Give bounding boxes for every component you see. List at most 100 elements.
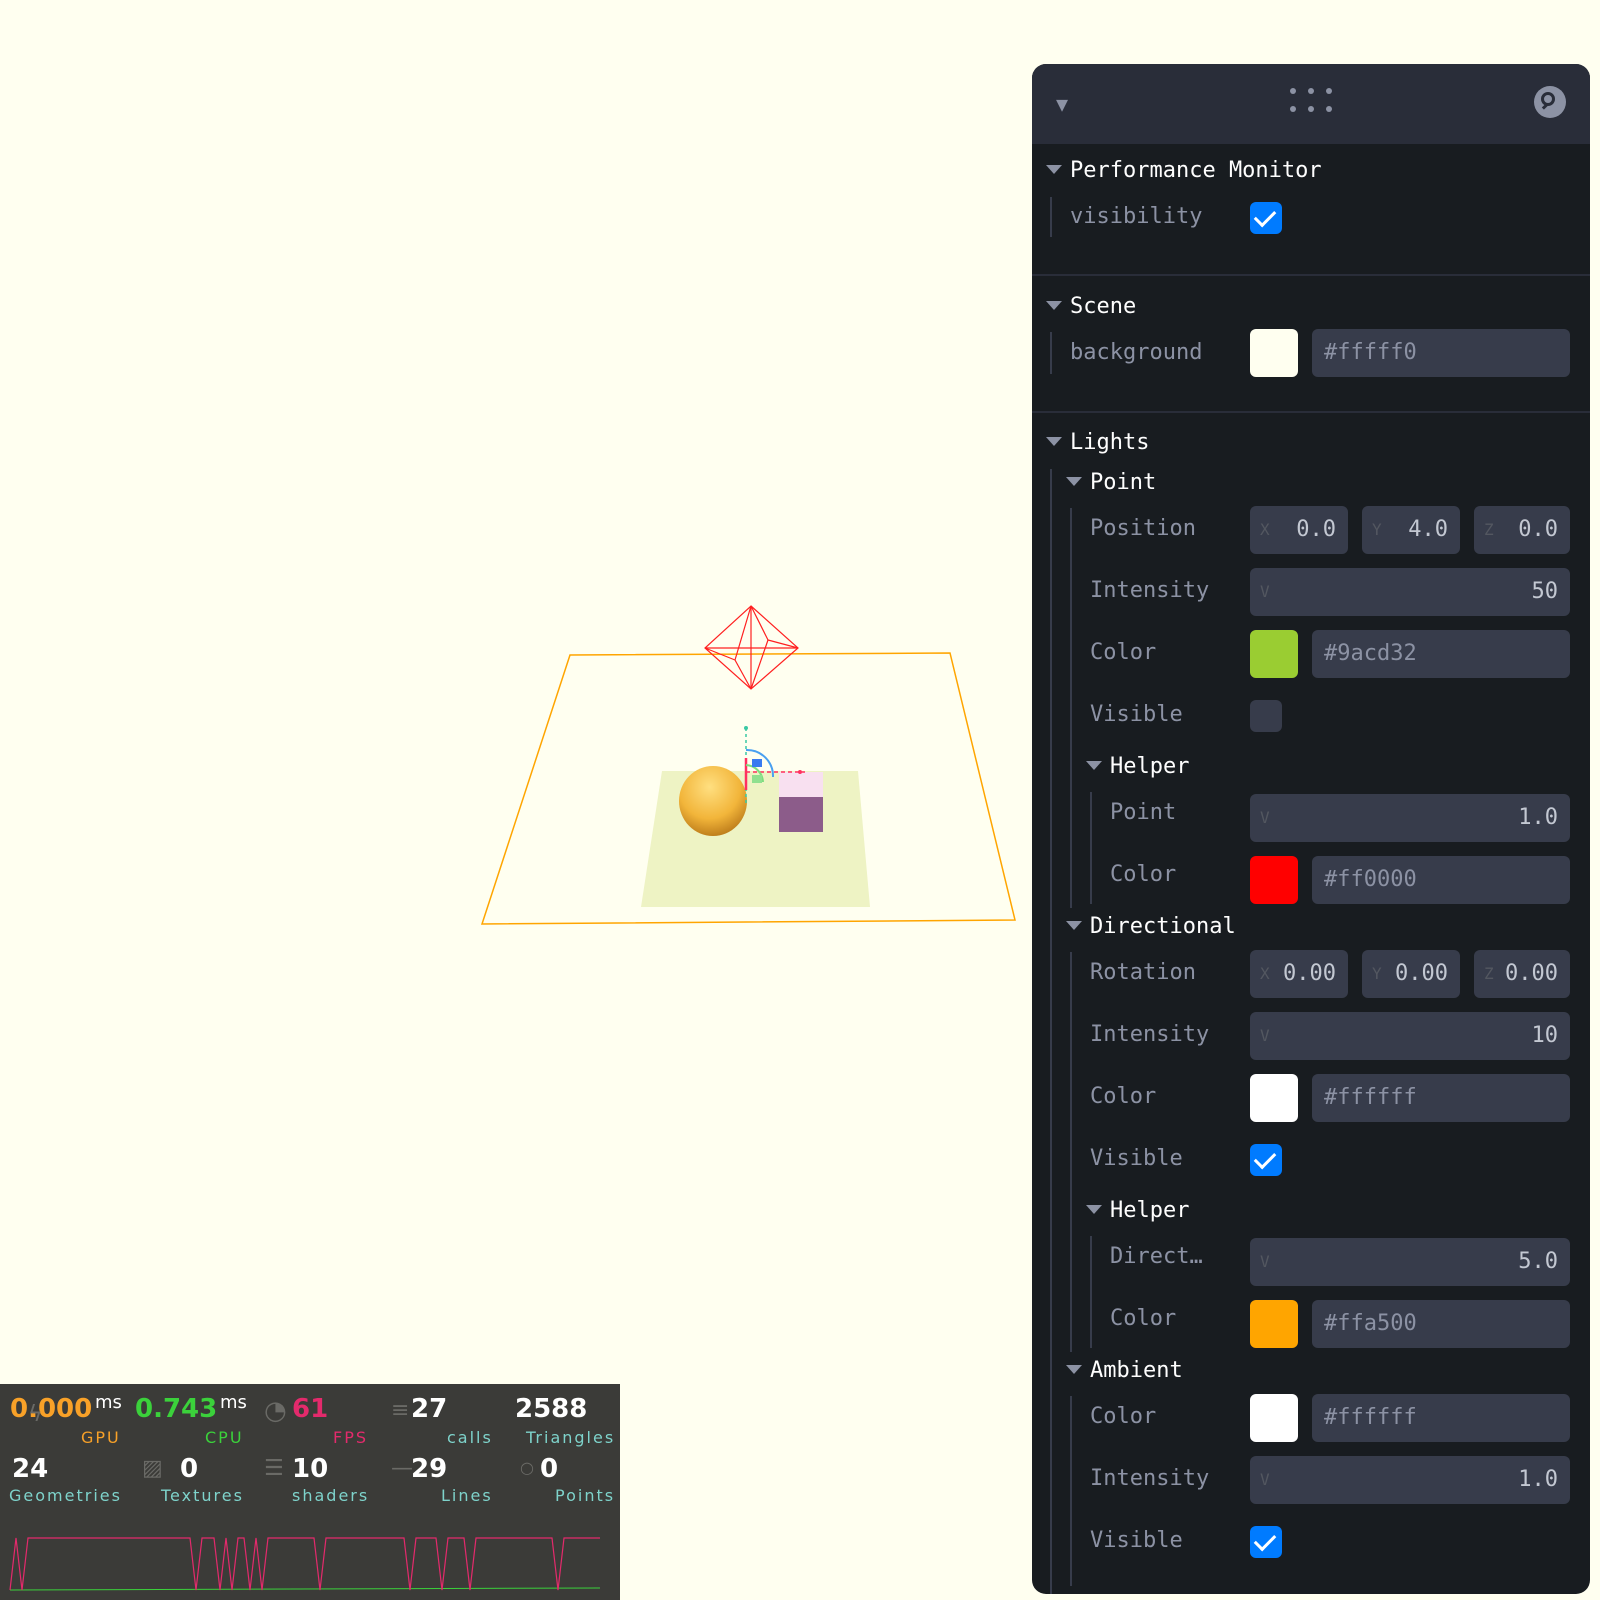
intensity-input[interactable]: V 50 <box>1250 568 1570 616</box>
intensity-label: Intensity <box>1090 578 1210 603</box>
background-input[interactable]: #fffff0 <box>1312 329 1570 377</box>
geometries-value: 24 <box>12 1454 49 1484</box>
position-x-input[interactable]: X 0.0 <box>1250 506 1348 554</box>
folder-title: Helper <box>1110 1198 1190 1223</box>
folder-title: Directional <box>1090 914 1236 939</box>
intensity-input[interactable]: V 10 <box>1250 1012 1570 1060</box>
triangles-label: Triangles <box>526 1428 616 1447</box>
folder-point[interactable]: Point <box>1066 470 1156 495</box>
position-label: Position <box>1090 516 1196 541</box>
scene-canvas[interactable] <box>0 0 1020 1380</box>
helper-color-swatch[interactable] <box>1250 1300 1298 1348</box>
background-swatch[interactable] <box>1250 329 1298 377</box>
list-icon: ☰ <box>264 1456 284 1481</box>
triangles-stat: 2588 Triangles <box>515 1394 613 1447</box>
visibility-label: visibility <box>1070 204 1203 229</box>
helper-color-label: Color <box>1110 862 1177 887</box>
chevron-down-icon <box>1046 164 1062 174</box>
gpu-unit: ms <box>95 1392 122 1413</box>
color-input[interactable]: #9acd32 <box>1312 630 1570 678</box>
folder-scene[interactable]: Scene <box>1046 294 1136 319</box>
folder-title: Ambient <box>1090 1358 1183 1383</box>
visible-checkbox[interactable] <box>1250 1526 1282 1558</box>
rotation-z-input[interactable]: Z 0.00 <box>1474 950 1570 998</box>
folder-title: Lights <box>1070 430 1150 455</box>
visible-label: Visible <box>1090 1528 1183 1553</box>
rotation-x-input[interactable]: X 0.00 <box>1250 950 1348 998</box>
chevron-down-icon <box>1066 920 1082 930</box>
lines-stat: — 29 Lines <box>391 1454 491 1505</box>
scene-viewport[interactable] <box>0 0 1020 1380</box>
lightning-icon: ϟ <box>28 1402 43 1427</box>
collapse-icon[interactable]: ▼ <box>1056 92 1068 116</box>
helper-color-swatch[interactable] <box>1250 856 1298 904</box>
search-icon[interactable] <box>1534 86 1566 118</box>
lines-label: Lines <box>441 1486 493 1505</box>
color-input[interactable]: #ffffff <box>1312 1074 1570 1122</box>
intensity-label: Intensity <box>1090 1022 1210 1047</box>
textures-stat: ▨ 0 Textures <box>142 1456 242 1505</box>
helper-color-input[interactable]: #ffa500 <box>1312 1300 1570 1348</box>
color-input[interactable]: #ffffff <box>1312 1394 1570 1442</box>
visible-checkbox[interactable] <box>1250 1144 1282 1176</box>
intensity-input[interactable]: V 1.0 <box>1250 1456 1570 1504</box>
stopwatch-icon: ◔ <box>264 1396 287 1426</box>
fps-label: FPS <box>333 1428 369 1447</box>
position-y-input[interactable]: Y 4.0 <box>1362 506 1460 554</box>
points-label: Points <box>555 1486 616 1505</box>
chevron-down-icon <box>1046 436 1062 446</box>
cpu-value: 0.743 <box>135 1394 218 1424</box>
textures-label: Textures <box>161 1486 244 1505</box>
sphere-mesh[interactable] <box>679 766 747 836</box>
helper-color-label: Color <box>1110 1306 1177 1331</box>
folder-title: Point <box>1090 470 1157 495</box>
points-stat: ○ 0 Points <box>520 1454 613 1505</box>
line-icon: — <box>391 1456 413 1481</box>
rotation-y-input[interactable]: Y 0.00 <box>1362 950 1460 998</box>
fps-stat: ◔ 61 FPS <box>264 1396 366 1447</box>
ground-plane <box>641 771 870 907</box>
box-mesh[interactable] <box>779 772 823 832</box>
folder-directional-helper[interactable]: Helper <box>1086 1198 1189 1223</box>
panel-titlebar[interactable]: ▼ <box>1032 64 1590 144</box>
color-swatch[interactable] <box>1250 1074 1298 1122</box>
points-value: 0 <box>540 1454 559 1484</box>
list-icon: ≡ <box>391 1398 410 1423</box>
color-swatch[interactable] <box>1250 630 1298 678</box>
point-icon: ○ <box>520 1458 534 1477</box>
folder-performance-monitor[interactable]: Performance Monitor <box>1046 158 1322 183</box>
background-label: background <box>1070 340 1203 365</box>
folder-point-helper[interactable]: Helper <box>1086 754 1189 779</box>
lines-value: 29 <box>411 1454 448 1484</box>
rotation-label: Rotation <box>1090 960 1196 985</box>
geometries-stat: 24 Geometries <box>9 1454 120 1505</box>
folder-title: Performance Monitor <box>1070 158 1322 183</box>
chevron-down-icon <box>1066 476 1082 486</box>
shaders-stat: ☰ 10 shaders <box>264 1454 367 1505</box>
visibility-checkbox[interactable] <box>1250 202 1282 234</box>
chevron-down-icon <box>1046 300 1062 310</box>
divider <box>1032 274 1590 276</box>
calls-stat: ≡ 27 calls <box>391 1396 491 1447</box>
gpu-stat: ϟ 0.000 ms GPU <box>10 1392 122 1447</box>
folder-lights[interactable]: Lights <box>1046 430 1149 455</box>
image-icon: ▨ <box>142 1456 163 1481</box>
visible-label: Visible <box>1090 1146 1183 1171</box>
calls-label: calls <box>447 1428 493 1447</box>
color-swatch[interactable] <box>1250 1394 1298 1442</box>
color-label: Color <box>1090 640 1157 665</box>
cpu-stat: 0.743 ms CPU <box>135 1392 247 1447</box>
helper-color-input[interactable]: #ff0000 <box>1312 856 1570 904</box>
visible-label: Visible <box>1090 702 1183 727</box>
visible-checkbox[interactable] <box>1250 700 1282 732</box>
helper-direct-input[interactable]: V 5.0 <box>1250 1238 1570 1286</box>
color-label: Color <box>1090 1084 1157 1109</box>
shaders-value: 10 <box>292 1454 329 1484</box>
intensity-label: Intensity <box>1090 1466 1210 1491</box>
position-z-input[interactable]: Z 0.0 <box>1474 506 1570 554</box>
folder-ambient[interactable]: Ambient <box>1066 1358 1183 1383</box>
helper-point-input[interactable]: V 1.0 <box>1250 794 1570 842</box>
helper-point-label: Point <box>1110 800 1177 825</box>
triangles-value: 2588 <box>515 1394 588 1424</box>
folder-directional[interactable]: Directional <box>1066 914 1236 939</box>
